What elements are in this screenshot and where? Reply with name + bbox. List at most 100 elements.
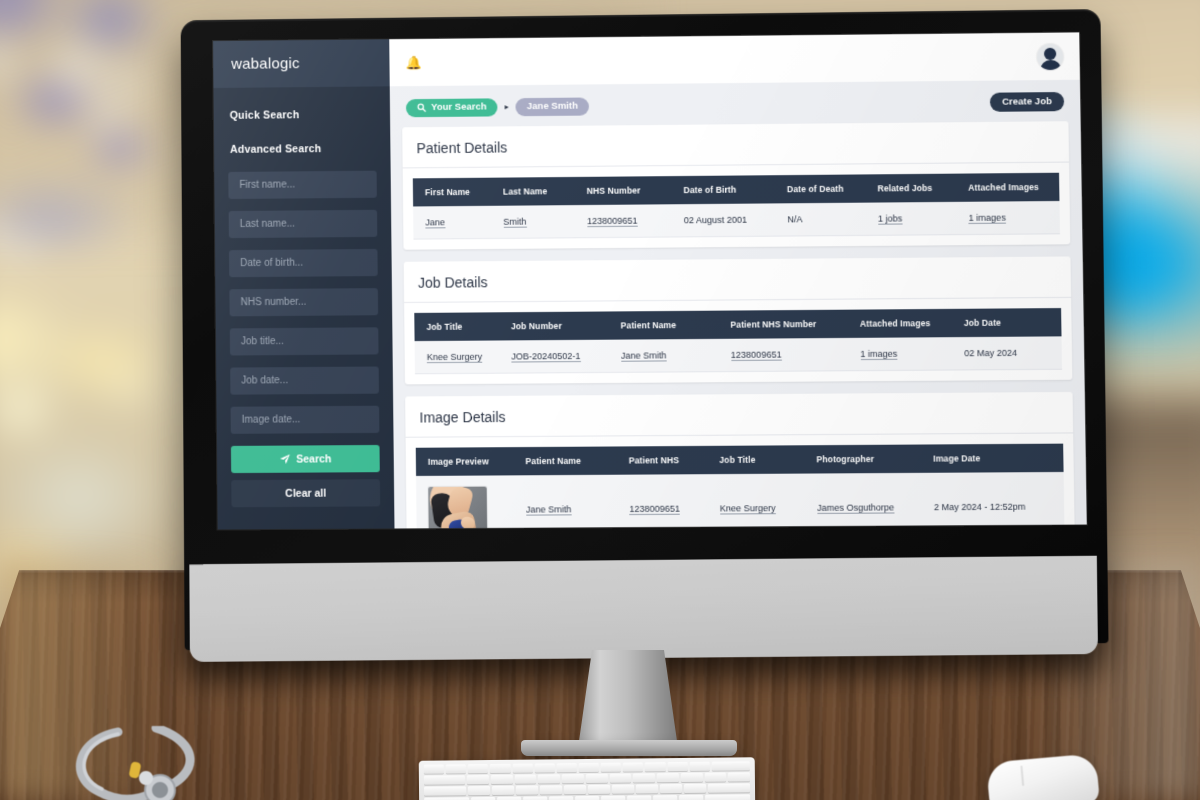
key — [660, 784, 683, 794]
link-image-patient-name[interactable]: Jane Smith — [525, 504, 572, 516]
search-button[interactable]: Search — [230, 444, 380, 474]
patient-details-card: Patient Details First Name Last Name NHS… — [402, 121, 1071, 250]
content-area: Your Search ▸ Jane Smith Create Job Pati… — [389, 79, 1087, 529]
link-job-title[interactable]: Knee Surgery — [426, 351, 483, 364]
link-last-name[interactable]: Smith — [503, 216, 527, 228]
key — [645, 762, 666, 772]
key — [556, 763, 577, 773]
cell-job-date: 02 May 2024 — [964, 336, 1063, 370]
col-last-name: Last Name — [502, 176, 587, 206]
key — [587, 784, 611, 794]
key — [626, 795, 651, 800]
key — [563, 785, 587, 795]
link-patient-name[interactable]: Jane Smith — [620, 350, 667, 362]
link-first-name[interactable]: Jane — [425, 217, 446, 229]
key — [657, 773, 679, 783]
key — [678, 794, 703, 800]
key — [578, 762, 599, 773]
cell-image-date: 2 May 2024 - 12:52pm — [933, 471, 1065, 529]
breadcrumb-patient-pill[interactable]: Jane Smith — [515, 96, 590, 116]
key — [667, 761, 688, 772]
sidebar-body: Quick Search Advanced Search Search — [213, 86, 394, 508]
search-input-nhs-number[interactable] — [229, 288, 379, 317]
photo-scene: wabalogic Quick Search Advanced Search F… — [0, 0, 1200, 800]
link-photographer[interactable]: James Osguthorpe — [817, 502, 895, 514]
key — [711, 761, 750, 771]
search-input-image-date[interactable] — [230, 405, 380, 434]
bell-icon[interactable]: 🔔 — [405, 55, 421, 70]
monitor-chin — [189, 555, 1098, 662]
search-input-job-title[interactable] — [229, 327, 379, 356]
col-image-date: Image Date — [933, 443, 1064, 473]
stethoscope — [76, 726, 195, 800]
quick-search-heading[interactable]: Quick Search — [230, 109, 376, 122]
breadcrumb-your-search-pill[interactable]: Your Search — [405, 97, 498, 117]
link-attached-images[interactable]: 1 images — [968, 212, 1006, 224]
paper-plane-icon — [279, 454, 290, 464]
table-row: Jane Smith 1238009651 02 August 2001 N/A… — [413, 200, 1060, 240]
cell-job-number: JOB-20240502-1 — [511, 339, 622, 374]
col-first-name: First Name — [412, 177, 504, 207]
job-details-card: Job Details Job Title Job Number Patient… — [403, 256, 1073, 385]
cell-job-title: Knee Surgery — [414, 340, 512, 374]
wabalogic-app: wabalogic Quick Search Advanced Search F… — [213, 32, 1087, 530]
key — [575, 795, 600, 800]
link-image-patient-nhs[interactable]: 1238009651 — [629, 503, 681, 516]
cell-attached-images: 1 images — [860, 337, 965, 371]
avatar-person-icon — [1037, 43, 1064, 69]
app-logo[interactable]: wabalogic — [231, 55, 300, 73]
keyboard — [418, 757, 756, 800]
link-nhs-number[interactable]: 1238009651 — [587, 215, 638, 228]
col-patient-name: Patient Name — [525, 446, 629, 476]
table-row: Jane Smith 1238009651 Knee Surgery James… — [416, 471, 1065, 529]
col-attached-images: Attached Images — [968, 172, 1060, 202]
search-input-job-date[interactable] — [230, 366, 379, 395]
link-job-number[interactable]: JOB-20240502-1 — [511, 350, 581, 363]
search-button-label: Search — [296, 452, 332, 466]
link-image-job-title[interactable]: Knee Surgery — [719, 503, 776, 515]
magnifier-icon — [417, 103, 425, 112]
user-avatar[interactable] — [1036, 43, 1064, 70]
key — [523, 796, 548, 800]
search-input-date-of-birth[interactable] — [229, 248, 378, 278]
key — [549, 796, 574, 800]
cell-image-preview — [416, 475, 527, 529]
image-details-header-row: Image Preview Patient Name Patient NHS J… — [415, 443, 1064, 476]
key — [708, 783, 751, 793]
cell-patient-name: Jane Smith — [620, 338, 732, 373]
cell-patient-nhs-number: 1238009651 — [730, 337, 861, 372]
cell-patient-nhs: 1238009651 — [628, 474, 721, 529]
search-input-first-name[interactable] — [228, 170, 377, 200]
link-patient-nhs-number[interactable]: 1238009651 — [730, 349, 782, 361]
key — [538, 774, 561, 784]
breadcrumb-your-search-label: Your Search — [431, 101, 487, 114]
key — [652, 795, 677, 800]
image-details-table: Image Preview Patient Name Patient NHS J… — [415, 443, 1065, 529]
col-patient-nhs: Patient NHS — [628, 445, 720, 475]
search-input-last-name[interactable] — [228, 209, 378, 239]
create-job-button[interactable]: Create Job — [989, 92, 1065, 112]
monitor-stand-neck — [578, 650, 678, 748]
key — [423, 775, 466, 785]
key — [491, 785, 514, 795]
key — [585, 773, 608, 784]
key — [684, 783, 707, 793]
col-photographer: Photographer — [816, 444, 934, 474]
patient-details-table-wrap: First Name Last Name NHS Number Date of … — [403, 163, 1071, 250]
job-details-title: Job Details — [403, 256, 1072, 303]
top-bar: 🔔 — [389, 32, 1080, 87]
image-preview-thumbnail[interactable] — [428, 486, 488, 529]
cell-photographer: James Osguthorpe — [816, 472, 935, 529]
link-job-attached-images[interactable]: 1 images — [860, 348, 898, 361]
cell-date-of-death: N/A — [787, 202, 879, 237]
breadcrumb: Your Search ▸ Jane Smith Create Job — [390, 80, 1081, 128]
link-related-jobs[interactable]: 1 jobs — [877, 213, 903, 225]
key — [512, 763, 533, 773]
clear-all-button[interactable]: Clear all — [231, 479, 381, 508]
advanced-search-heading[interactable]: Advanced Search — [230, 143, 376, 156]
cell-related-jobs: 1 jobs — [877, 201, 969, 236]
col-job-title: Job Title — [414, 312, 512, 342]
col-job-title: Job Title — [719, 445, 817, 475]
key — [623, 762, 644, 772]
key — [423, 786, 466, 796]
